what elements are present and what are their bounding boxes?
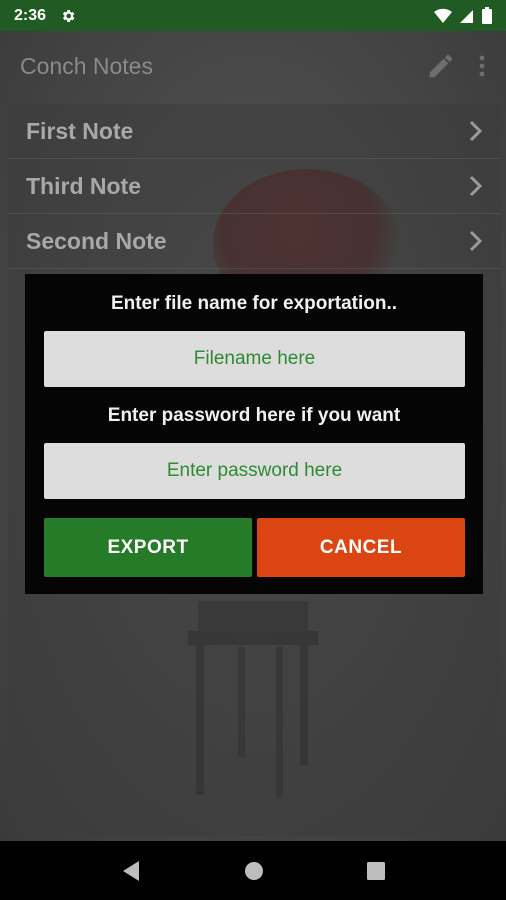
app-title: Conch Notes [20, 52, 153, 79]
cancel-button[interactable]: CANCEL [257, 518, 465, 577]
filename-input[interactable] [44, 331, 465, 387]
signal-icon [460, 9, 473, 23]
settings-icon [62, 9, 75, 22]
filename-label: Enter file name for exportation.. [110, 293, 398, 314]
app-bar: Conch Notes [0, 31, 506, 101]
wifi-icon [434, 8, 452, 23]
password-input[interactable] [44, 443, 465, 499]
chevron-right-icon [469, 230, 483, 252]
note-title: Second Note [26, 227, 167, 254]
note-title: Third Note [26, 172, 141, 199]
back-icon[interactable] [121, 860, 141, 882]
note-title: First Note [26, 117, 134, 144]
recents-icon[interactable] [366, 861, 385, 880]
status-bar: 2:36 [0, 0, 506, 31]
export-button[interactable]: EXPORT [44, 518, 252, 577]
edit-pencil-icon[interactable] [426, 51, 456, 81]
home-icon[interactable] [244, 861, 264, 881]
note-item[interactable]: Second Note [8, 214, 501, 269]
export-dialog: Enter file name for exportation.. Enter … [25, 274, 483, 594]
note-item[interactable]: First Note [8, 104, 501, 159]
navigation-bar [0, 841, 506, 900]
note-item[interactable]: Third Note [8, 159, 501, 214]
chevron-right-icon [469, 120, 483, 142]
password-label: Enter password here if you want [107, 405, 401, 426]
chevron-right-icon [469, 175, 483, 197]
overflow-menu-icon[interactable] [478, 54, 486, 78]
status-time: 2:36 [14, 6, 47, 24]
battery-icon [482, 7, 492, 24]
